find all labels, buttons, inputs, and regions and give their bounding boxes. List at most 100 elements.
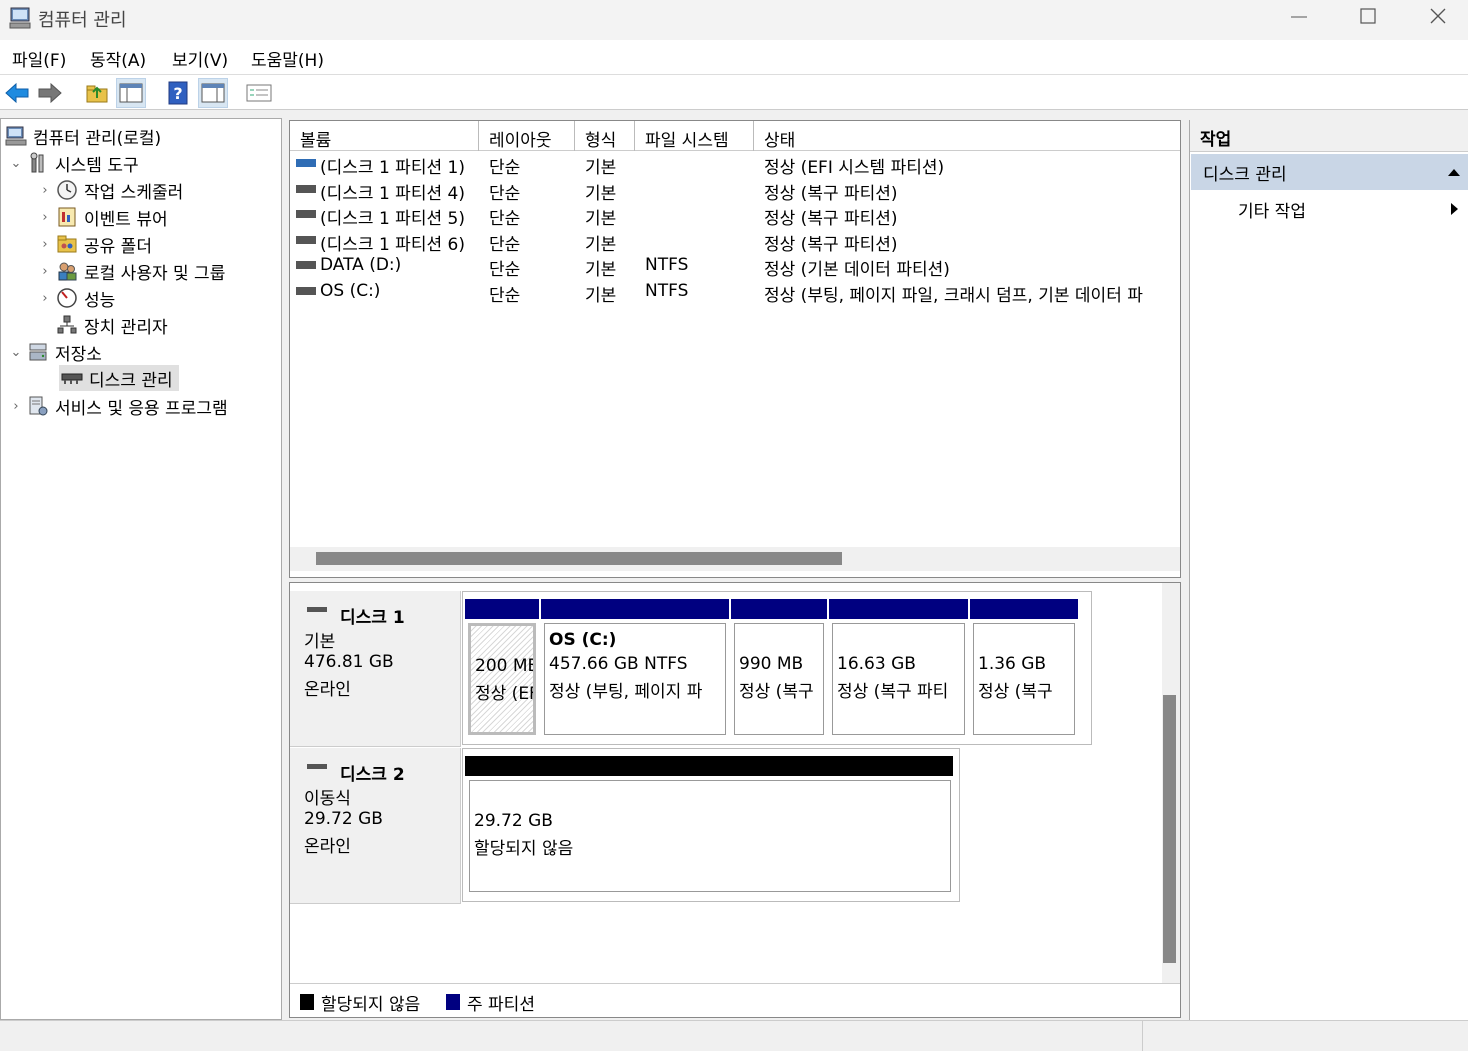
status-bar [0, 1020, 1468, 1051]
column-header-status[interactable]: 상태 [754, 121, 1180, 151]
volume-row[interactable]: (디스크 1 파티션 6) 단순 기본 정상 (복구 파티션) [290, 229, 1180, 255]
computer-management-icon [5, 126, 27, 146]
actions-header: 작업 [1190, 120, 1468, 152]
disk-1-name: 디스크 1 [340, 608, 405, 628]
partition-block[interactable]: 1.36 GB 정상 (복구 [973, 623, 1075, 735]
tree-item-disk-management[interactable]: 디스크 관리 [59, 365, 179, 391]
tree-item-storage[interactable]: ⌄ 저장소 [9, 339, 102, 365]
legend-swatch-unallocated [300, 994, 314, 1010]
chevron-right-icon[interactable]: › [9, 399, 23, 414]
minimize-button[interactable] [1264, 0, 1334, 34]
event-viewer-icon [58, 207, 76, 227]
menu-view[interactable]: 보기(V) [172, 46, 228, 71]
menu-file[interactable]: 파일(F) [12, 46, 66, 71]
more-actions-item[interactable]: 기타 작업 [1238, 197, 1306, 222]
column-header-filesystem[interactable]: 파일 시스템 [635, 121, 754, 151]
console-tree: 컴퓨터 관리(로컬) ⌄ 시스템 도구 › 작업 스케줄러 › 이벤트 뷰어 ›… [0, 118, 282, 1020]
legend-swatch-primary [446, 994, 460, 1010]
menu-help[interactable]: 도움말(H) [251, 46, 324, 71]
partition-block[interactable]: 200 MB 정상 (EFI [468, 623, 536, 735]
partition-block[interactable]: 990 MB 정상 (복구 [734, 623, 824, 735]
chevron-right-icon[interactable]: › [38, 183, 52, 198]
disk-2-size: 29.72 GB [304, 809, 383, 829]
collapse-up-icon[interactable] [1447, 168, 1461, 177]
partition-color-bar [541, 599, 729, 619]
tree-item-local-users[interactable]: › 로컬 사용자 및 그룹 [38, 258, 225, 284]
disk-drive-icon [307, 764, 327, 769]
tree-label-shared-folders: 공유 폴더 [84, 236, 152, 257]
chevron-right-icon[interactable]: › [38, 291, 52, 306]
disk-2-info[interactable]: 디스크 2 이동식 29.72 GB 온라인 [290, 748, 461, 904]
tree-label-device-manager: 장치 관리자 [84, 317, 168, 338]
column-header-type[interactable]: 형식 [575, 121, 635, 151]
column-header-volume[interactable]: 볼륨 [290, 121, 479, 151]
volume-drive-icon [296, 159, 316, 167]
volume-cell-type: 기본 [585, 183, 617, 204]
chevron-right-icon[interactable]: › [38, 210, 52, 225]
menu-action[interactable]: 동작(A) [90, 46, 146, 71]
volume-drive-icon [296, 184, 316, 193]
partition-block[interactable]: 29.72 GB 할당되지 않음 [469, 780, 951, 892]
partition-color-bar [731, 599, 827, 619]
submenu-arrow-icon[interactable] [1450, 202, 1459, 216]
volume-cell-name: (디스크 1 파티션 4) [320, 183, 465, 204]
tree-item-event-viewer[interactable]: › 이벤트 뷰어 [38, 204, 168, 230]
tree-item-services-apps[interactable]: › 서비스 및 응용 프로그램 [9, 393, 228, 419]
forward-button[interactable] [35, 78, 65, 108]
back-arrow-icon [5, 82, 29, 104]
properties-button[interactable] [244, 78, 274, 108]
tree-item-system-tools[interactable]: ⌄ 시스템 도구 [9, 150, 139, 176]
partition-status: 정상 (복구 [739, 682, 814, 702]
volume-cell-status: 정상 (복구 파티션) [764, 209, 898, 230]
partition-block[interactable]: 16.63 GB 정상 (복구 파티 [832, 623, 965, 735]
help-icon: ? [168, 81, 188, 105]
tree-item-root[interactable]: 컴퓨터 관리(로컬) [5, 123, 161, 149]
up-folder-button[interactable] [82, 78, 112, 108]
volume-list-header: 볼륨 레이아웃 형식 파일 시스템 상태 [290, 121, 1180, 151]
tree-item-device-manager[interactable]: 장치 관리자 [52, 312, 168, 338]
chevron-right-icon[interactable]: › [38, 237, 52, 252]
disk-1-kind: 기본 [304, 632, 336, 652]
disk-1-info[interactable]: 디스크 1 기본 476.81 GB 온라인 [290, 591, 461, 747]
system-tools-icon [30, 152, 44, 173]
partition-status: 정상 (복구 [978, 682, 1053, 702]
partition-size: 1.36 GB [978, 654, 1047, 674]
tree-label-system-tools: 시스템 도구 [55, 155, 139, 176]
vertical-scrollbar[interactable] [1162, 583, 1180, 983]
volume-cell-name: DATA (D:) [320, 255, 402, 276]
forward-arrow-icon [38, 82, 62, 104]
back-button[interactable] [2, 78, 32, 108]
volume-cell-name: (디스크 1 파티션 1) [320, 158, 465, 178]
close-button[interactable] [1404, 0, 1468, 34]
close-icon [1430, 8, 1446, 24]
tree-label-services-apps: 서비스 및 응용 프로그램 [55, 398, 228, 419]
volume-row[interactable]: (디스크 1 파티션 5) 단순 기본 정상 (복구 파티션) [290, 203, 1180, 230]
toolbar: ? [0, 74, 1468, 110]
horizontal-scrollbar[interactable] [290, 547, 1180, 571]
chevron-down-icon[interactable]: ⌄ [9, 156, 23, 171]
scrollbar-thumb[interactable] [1163, 695, 1176, 963]
actions-section-disk-management[interactable]: 디스크 관리 [1191, 154, 1468, 190]
volume-cell-layout: 단순 [489, 286, 521, 306]
scrollbar-thumb[interactable] [316, 552, 842, 565]
show-hide-console-tree-button[interactable] [116, 78, 146, 108]
volume-row[interactable]: OS (C:) 단순 기본 NTFS 정상 (부팅, 페이지 파일, 크래시 덤프, 기… [290, 280, 1180, 306]
partition-color-bar [465, 756, 953, 776]
volume-row[interactable]: (디스크 1 파티션 4) 단순 기본 정상 (복구 파티션) [290, 178, 1180, 204]
volume-drive-icon [296, 210, 316, 219]
column-header-layout[interactable]: 레이아웃 [479, 121, 575, 151]
volume-row[interactable]: (디스크 1 파티션 1) 단순 기본 정상 (EFI 시스템 파티션) [290, 152, 1180, 178]
partition-size: 29.72 GB [474, 811, 553, 831]
partition-block[interactable]: OS (C:) 457.66 GB NTFS 정상 (부팅, 페이지 파 [544, 623, 726, 735]
chevron-right-icon[interactable]: › [38, 264, 52, 279]
tree-item-performance[interactable]: › 성능 [38, 285, 115, 311]
show-hide-action-pane-button[interactable] [198, 78, 228, 108]
device-manager-icon [57, 315, 77, 334]
volume-row[interactable]: DATA (D:) 단순 기본 NTFS 정상 (기본 데이터 파티션) [290, 254, 1180, 280]
tree-item-task-scheduler[interactable]: › 작업 스케줄러 [38, 177, 183, 203]
help-button[interactable]: ? [163, 78, 193, 108]
chevron-down-icon[interactable]: ⌄ [9, 345, 23, 360]
tree-item-shared-folders[interactable]: › 공유 폴더 [38, 231, 152, 257]
volume-cell-layout: 단순 [489, 158, 521, 178]
maximize-button[interactable] [1334, 0, 1404, 34]
